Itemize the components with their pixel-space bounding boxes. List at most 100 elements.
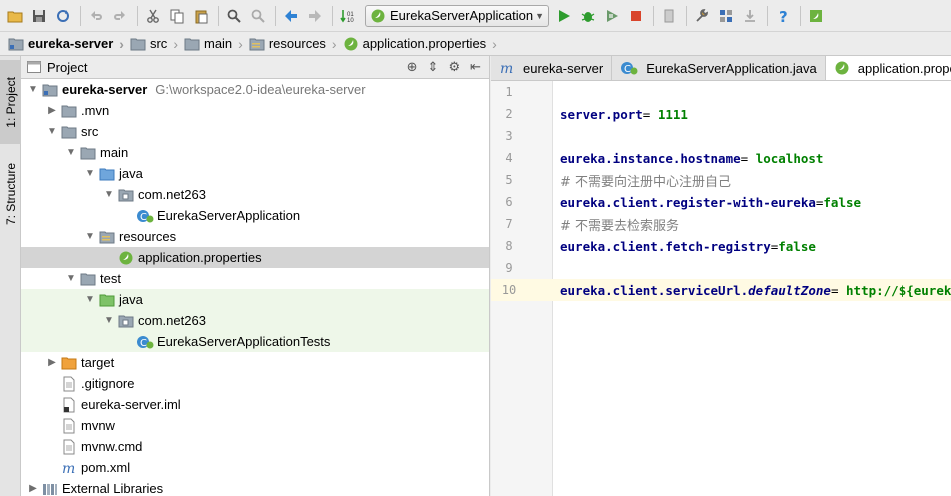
- folder-icon: [7, 11, 23, 22]
- breadcrumb-item-main[interactable]: main ›: [184, 32, 249, 56]
- tree-item[interactable]: C EurekaServerApplicationTests: [21, 331, 489, 352]
- editor-tab[interactable]: m eureka-server: [491, 56, 613, 80]
- tree-item[interactable]: ▶ .mvn: [21, 100, 489, 121]
- tree-item[interactable]: mvnw.cmd: [21, 436, 489, 457]
- tree-item[interactable]: .gitignore: [21, 373, 489, 394]
- collapse-all-icon[interactable]: ⇕: [428, 59, 439, 75]
- tree-item[interactable]: ▼ java: [21, 163, 489, 184]
- code-line[interactable]: 4 eureka.instance.hostname= localhost: [491, 147, 951, 169]
- tree-item[interactable]: eureka-server.iml: [21, 394, 489, 415]
- redo-button[interactable]: [109, 5, 131, 27]
- forward-button[interactable]: [304, 5, 326, 27]
- tree-item[interactable]: C EurekaServerApplication: [21, 205, 489, 226]
- open-folder-button[interactable]: [4, 5, 26, 27]
- code-line[interactable]: 2 server.port= 1111: [491, 103, 951, 125]
- tree-item[interactable]: ▶ target: [21, 352, 489, 373]
- line-text: eureka.client.fetch-registry=false: [560, 239, 816, 254]
- code-operator: =: [740, 150, 756, 166]
- line-number: 9: [505, 261, 513, 275]
- tree-item[interactable]: application.properties: [21, 247, 489, 268]
- tree-item[interactable]: ▼ main: [21, 142, 489, 163]
- expand-arrow-open-icon[interactable]: ▼: [101, 315, 117, 326]
- expand-arrow-open-icon[interactable]: ▼: [44, 126, 60, 137]
- expand-arrow-open-icon[interactable]: ▼: [63, 147, 79, 158]
- breadcrumb-item-application-properties[interactable]: application.properties ›: [343, 32, 503, 56]
- chevron-right-icon: ›: [492, 35, 497, 52]
- find-button[interactable]: [223, 5, 245, 27]
- expand-arrow-open-icon[interactable]: ▼: [63, 273, 79, 284]
- make-project-button[interactable]: 01 10: [337, 5, 359, 27]
- code-line[interactable]: 7 # 不需要去检索服务: [491, 213, 951, 235]
- spring-leaf-icon: [810, 9, 822, 22]
- spring-properties-icon: [344, 37, 358, 50]
- project-tree: ▼ eureka-server G:\workspace2.0-idea\eurek…: [21, 79, 489, 496]
- run-button[interactable]: [553, 5, 575, 27]
- code-line[interactable]: 3: [491, 125, 951, 147]
- expand-arrow-closed-icon[interactable]: ▶: [44, 357, 60, 368]
- scroll-from-source-icon[interactable]: ⊕: [407, 59, 418, 75]
- breadcrumb-item-eureka-server[interactable]: eureka-server ›: [8, 32, 130, 56]
- tree-item[interactable]: mvnw: [21, 415, 489, 436]
- left-tool-window-strip: 1: Project 7: Structure: [0, 56, 21, 496]
- breadcrumb-item-src[interactable]: src ›: [130, 32, 184, 56]
- expand-arrow-open-icon[interactable]: ▼: [82, 294, 98, 305]
- run-configuration-dropdown[interactable]: EurekaServerApplication ▼: [365, 4, 549, 27]
- expand-arrow-open-icon[interactable]: ▼: [25, 84, 41, 95]
- expand-arrow-closed-icon[interactable]: ▶: [44, 105, 60, 116]
- spring-initializr-button[interactable]: [805, 5, 827, 27]
- tree-item-label: target: [81, 355, 115, 370]
- breadcrumb-item-resources[interactable]: resources ›: [249, 32, 343, 56]
- breadcrumb-label: src: [149, 36, 168, 51]
- tree-item-path: G:\workspace2.0-idea\eureka-server: [155, 82, 366, 97]
- gear-icon[interactable]: ⚙: [448, 59, 460, 75]
- code-line[interactable]: 6 eureka.client.register-with-eureka=fals…: [491, 191, 951, 213]
- back-button[interactable]: [280, 5, 302, 27]
- copy-button[interactable]: [166, 5, 188, 27]
- help-button[interactable]: ?: [772, 5, 794, 27]
- tree-item[interactable]: ▶ External Libraries: [21, 478, 489, 496]
- tree-item-label: mvnw: [81, 418, 115, 433]
- tree-item[interactable]: m pom.xml: [21, 457, 489, 478]
- paste-button[interactable]: [190, 5, 212, 27]
- tree-item[interactable]: ▼ resources: [21, 226, 489, 247]
- run-with-coverage-button[interactable]: [601, 5, 623, 27]
- tree-item[interactable]: ▼ test: [21, 268, 489, 289]
- expand-arrow-open-icon[interactable]: ▼: [101, 189, 117, 200]
- tree-item-label: com.net263: [138, 187, 206, 202]
- stop-button[interactable]: [625, 5, 647, 27]
- debug-button[interactable]: [577, 5, 599, 27]
- editor-tab[interactable]: application.properties: [825, 56, 951, 80]
- tree-item-label: application.properties: [138, 250, 262, 265]
- hide-panel-icon[interactable]: ⇤: [470, 59, 481, 75]
- expand-arrow-closed-icon[interactable]: ▶: [25, 483, 41, 494]
- tree-item[interactable]: ▼ java: [21, 289, 489, 310]
- expand-arrow-open-icon[interactable]: ▼: [82, 168, 98, 179]
- tool-tab-label: 1: Project: [3, 76, 18, 128]
- cut-button[interactable]: [142, 5, 164, 27]
- project-structure-button[interactable]: [715, 5, 737, 27]
- tool-tab-structure[interactable]: 7: Structure: [0, 146, 21, 242]
- sdk-button[interactable]: [739, 5, 761, 27]
- expand-arrow-open-icon[interactable]: ▼: [82, 231, 98, 242]
- replace-button[interactable]: [247, 5, 269, 27]
- undo-button[interactable]: [85, 5, 107, 27]
- code-line[interactable]: 8 eureka.client.fetch-registry=false: [491, 235, 951, 257]
- tree-item[interactable]: ▼ src: [21, 121, 489, 142]
- tree-item[interactable]: ▼ com.net263: [21, 184, 489, 205]
- save-all-button[interactable]: [28, 5, 50, 27]
- code-line[interactable]: 5 # 不需要向注册中心注册自己: [491, 169, 951, 191]
- code-line[interactable]: 1: [491, 81, 951, 103]
- tree-item[interactable]: ▼ eureka-server G:\workspace2.0-idea\eurek…: [21, 79, 489, 100]
- synchronize-button[interactable]: [52, 5, 74, 27]
- tree-item[interactable]: ▼ com.net263: [21, 310, 489, 331]
- settings-button[interactable]: [691, 5, 713, 27]
- chevron-right-icon: ›: [173, 35, 178, 52]
- code-editor[interactable]: 1 2 server.port= 1111 3 4 eureka.instance.hos…: [491, 81, 951, 496]
- project-panel-title[interactable]: Project: [47, 60, 407, 75]
- code-line[interactable]: 10 eureka.client.serviceUrl.defaultZone= …: [491, 279, 951, 301]
- code-line[interactable]: 9: [491, 257, 951, 279]
- editor-tab-label: eureka-server: [523, 60, 604, 76]
- attach-debugger-button[interactable]: [658, 5, 680, 27]
- editor-tab[interactable]: C EurekaServerApplication.java: [612, 56, 826, 80]
- tool-tab-project[interactable]: 1: Project: [0, 60, 21, 144]
